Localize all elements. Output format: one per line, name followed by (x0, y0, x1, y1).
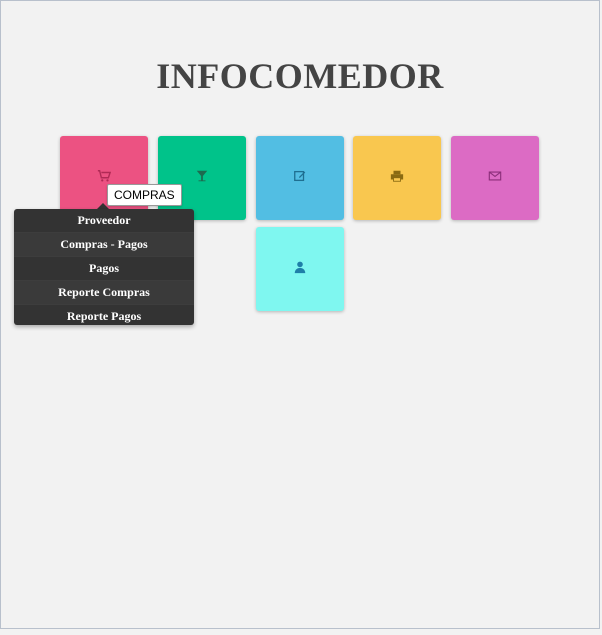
menu-item-proveedor[interactable]: Proveedor (14, 209, 194, 232)
envelope-icon (488, 169, 502, 188)
compras-tooltip: COMPRAS (107, 184, 182, 206)
menu-item-reporte-pagos[interactable]: Reporte Pagos (14, 304, 194, 328)
tile-imprimir[interactable] (353, 136, 441, 220)
menu-item-pagos[interactable]: Pagos (14, 256, 194, 280)
printer-icon (390, 169, 404, 188)
menu-item-compras-pagos[interactable]: Compras - Pagos (14, 232, 194, 256)
edit-icon (293, 169, 307, 188)
tile-editar[interactable] (256, 136, 344, 220)
page-title: INFOCOMEDOR (156, 56, 444, 96)
cocktail-glass-icon (195, 169, 209, 188)
compras-dropdown-menu: Proveedor Compras - Pagos Pagos Reporte … (14, 209, 194, 325)
user-icon (293, 260, 307, 279)
tile-usuario[interactable] (256, 227, 344, 311)
tile-correo[interactable] (451, 136, 539, 220)
menu-item-reporte-compras[interactable]: Reporte Compras (14, 280, 194, 304)
tile-bebidas[interactable] (158, 136, 246, 220)
